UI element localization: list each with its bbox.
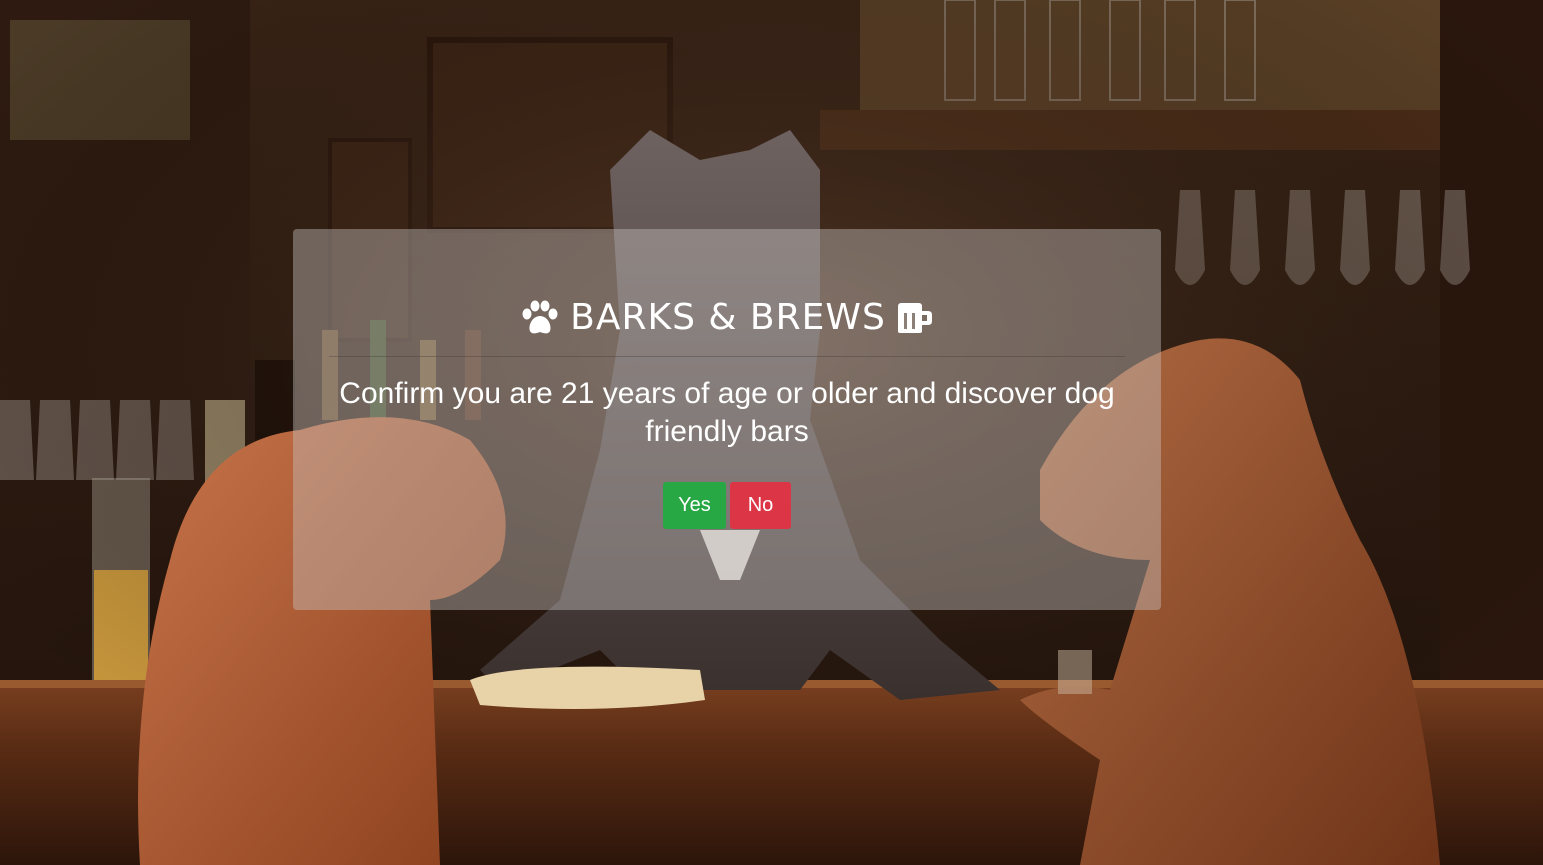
beer-mug-icon bbox=[896, 301, 934, 335]
yes-button[interactable]: Yes bbox=[663, 482, 726, 529]
divider bbox=[329, 356, 1125, 357]
age-gate-actions: Yes No bbox=[293, 482, 1161, 529]
age-question: Confirm you are 21 years of age or older… bbox=[339, 377, 1115, 448]
age-gate-modal: BARKS & BREWS Confirm you are 21 years o… bbox=[293, 229, 1161, 610]
no-button[interactable]: No bbox=[730, 482, 791, 529]
brand-logo: BARKS & BREWS bbox=[293, 293, 1161, 343]
paw-icon bbox=[520, 300, 560, 336]
brand-name: BARKS & BREWS bbox=[570, 297, 886, 338]
